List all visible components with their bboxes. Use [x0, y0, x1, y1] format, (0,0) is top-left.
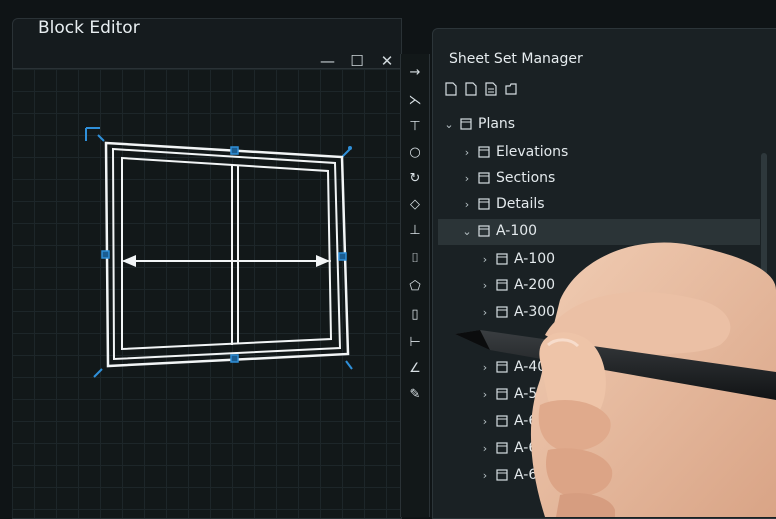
tree-item[interactable]: › Elevations [462, 140, 569, 164]
folder-icon[interactable] [505, 81, 517, 95]
chevron-right-icon[interactable]: › [462, 146, 472, 159]
tree-item-label: A-300 [514, 304, 556, 320]
tree-item[interactable]: › A-600 [480, 463, 555, 487]
ssm-toolbar [445, 81, 517, 96]
sheet-icon [496, 469, 508, 481]
window-block-drawing [85, 127, 353, 378]
tree-item-label: A-200 [514, 277, 556, 293]
chevron-right-icon[interactable]: › [480, 469, 490, 482]
sheet-icon[interactable] [465, 81, 477, 96]
tree-item-label: A-100 [496, 223, 538, 239]
tree-item[interactable]: › A-500 [480, 382, 555, 406]
angle-icon[interactable]: ⋋ [405, 90, 425, 110]
tree-item-label: Plans [478, 116, 516, 132]
chevron-right-icon[interactable]: › [480, 361, 490, 374]
sheet-icon [496, 361, 508, 373]
tree-item-label: A-600 [514, 440, 556, 456]
sheet-icon [496, 253, 508, 265]
tree-item[interactable]: › A-600 [480, 436, 555, 460]
sheet-set-icon [478, 198, 490, 210]
sheet-icon [496, 306, 508, 318]
chevron-right-icon[interactable]: › [462, 198, 472, 211]
tree-item-label: Elevations [496, 144, 569, 160]
chevron-right-icon[interactable]: › [480, 306, 490, 319]
block-editor-title: Block Editor [38, 18, 140, 38]
tag-icon[interactable]: ⬠ [405, 276, 425, 296]
angle-measure-icon[interactable]: ∠ [405, 358, 425, 378]
sheet-icon [496, 442, 508, 454]
tree-item[interactable]: › A-400 [480, 355, 555, 379]
tree-item[interactable]: › Details [462, 192, 545, 216]
sheet-set-icon [478, 225, 490, 237]
chevron-right-icon[interactable]: › [480, 415, 490, 428]
drawing-canvas[interactable] [12, 68, 400, 518]
sheet-set-icon [460, 118, 472, 130]
sheet-icon [496, 279, 508, 291]
chevron-right-icon[interactable]: › [480, 388, 490, 401]
tree-item-label: A-100 [514, 251, 556, 267]
tree-item[interactable]: › A-100 [480, 247, 555, 271]
rectangle-icon[interactable]: ▯ [405, 304, 425, 324]
diamond-icon[interactable]: ◇ [405, 194, 425, 214]
pen-icon[interactable]: ✎ [405, 384, 425, 404]
tree-item[interactable]: › A-600 [480, 409, 555, 433]
chevron-right-icon[interactable]: › [480, 279, 490, 292]
sheet-set-icon [478, 146, 490, 158]
chevron-right-icon[interactable]: › [462, 172, 472, 185]
tree-item-label: Details [496, 196, 545, 212]
chevron-down-icon[interactable]: ⌄ [444, 118, 454, 131]
tree-item-label: A-600 [514, 467, 556, 483]
circle-icon[interactable]: ○ [405, 142, 425, 162]
tree-item[interactable]: › A-300 [480, 300, 555, 324]
sheet-icon [496, 388, 508, 400]
rotate-icon[interactable]: ↻ [405, 168, 425, 188]
tree-item[interactable]: ⌄ Plans [444, 112, 515, 136]
sheet-icon [496, 415, 508, 427]
tree-item-label: A-600 [514, 413, 556, 429]
tree-item-label: A-500 [514, 386, 556, 402]
sheet-set-manager-title: Sheet Set Manager [449, 51, 583, 67]
tree-item[interactable]: › Sections [462, 166, 556, 190]
scrollbar[interactable] [761, 153, 767, 303]
snap-icon[interactable]: ⊥ [405, 220, 425, 240]
sheet-set-icon [478, 172, 490, 184]
chevron-right-icon[interactable]: › [480, 253, 490, 266]
insert-icon[interactable]: ⌷ [405, 248, 425, 268]
arrow-icon[interactable]: → [405, 62, 425, 82]
document-icon[interactable] [485, 81, 497, 96]
tool-strip: → ⋋ ⊤ ○ ↻ ◇ ⊥ ⌷ ⬠ ▯ ⊢ ∠ ✎ [400, 54, 430, 517]
tree-item-label: A-400 [514, 359, 556, 375]
tree-item-label: Sections [496, 170, 556, 186]
dimension-icon[interactable]: ⊤ [405, 116, 425, 136]
line-icon[interactable]: ⊢ [405, 332, 425, 352]
new-sheet-icon[interactable] [445, 81, 457, 96]
tree-item[interactable]: › A-200 [480, 273, 555, 297]
chevron-right-icon[interactable]: › [480, 442, 490, 455]
chevron-down-icon[interactable]: ⌄ [462, 225, 472, 238]
tree-item[interactable]: ⌄ A-100 [462, 219, 537, 243]
